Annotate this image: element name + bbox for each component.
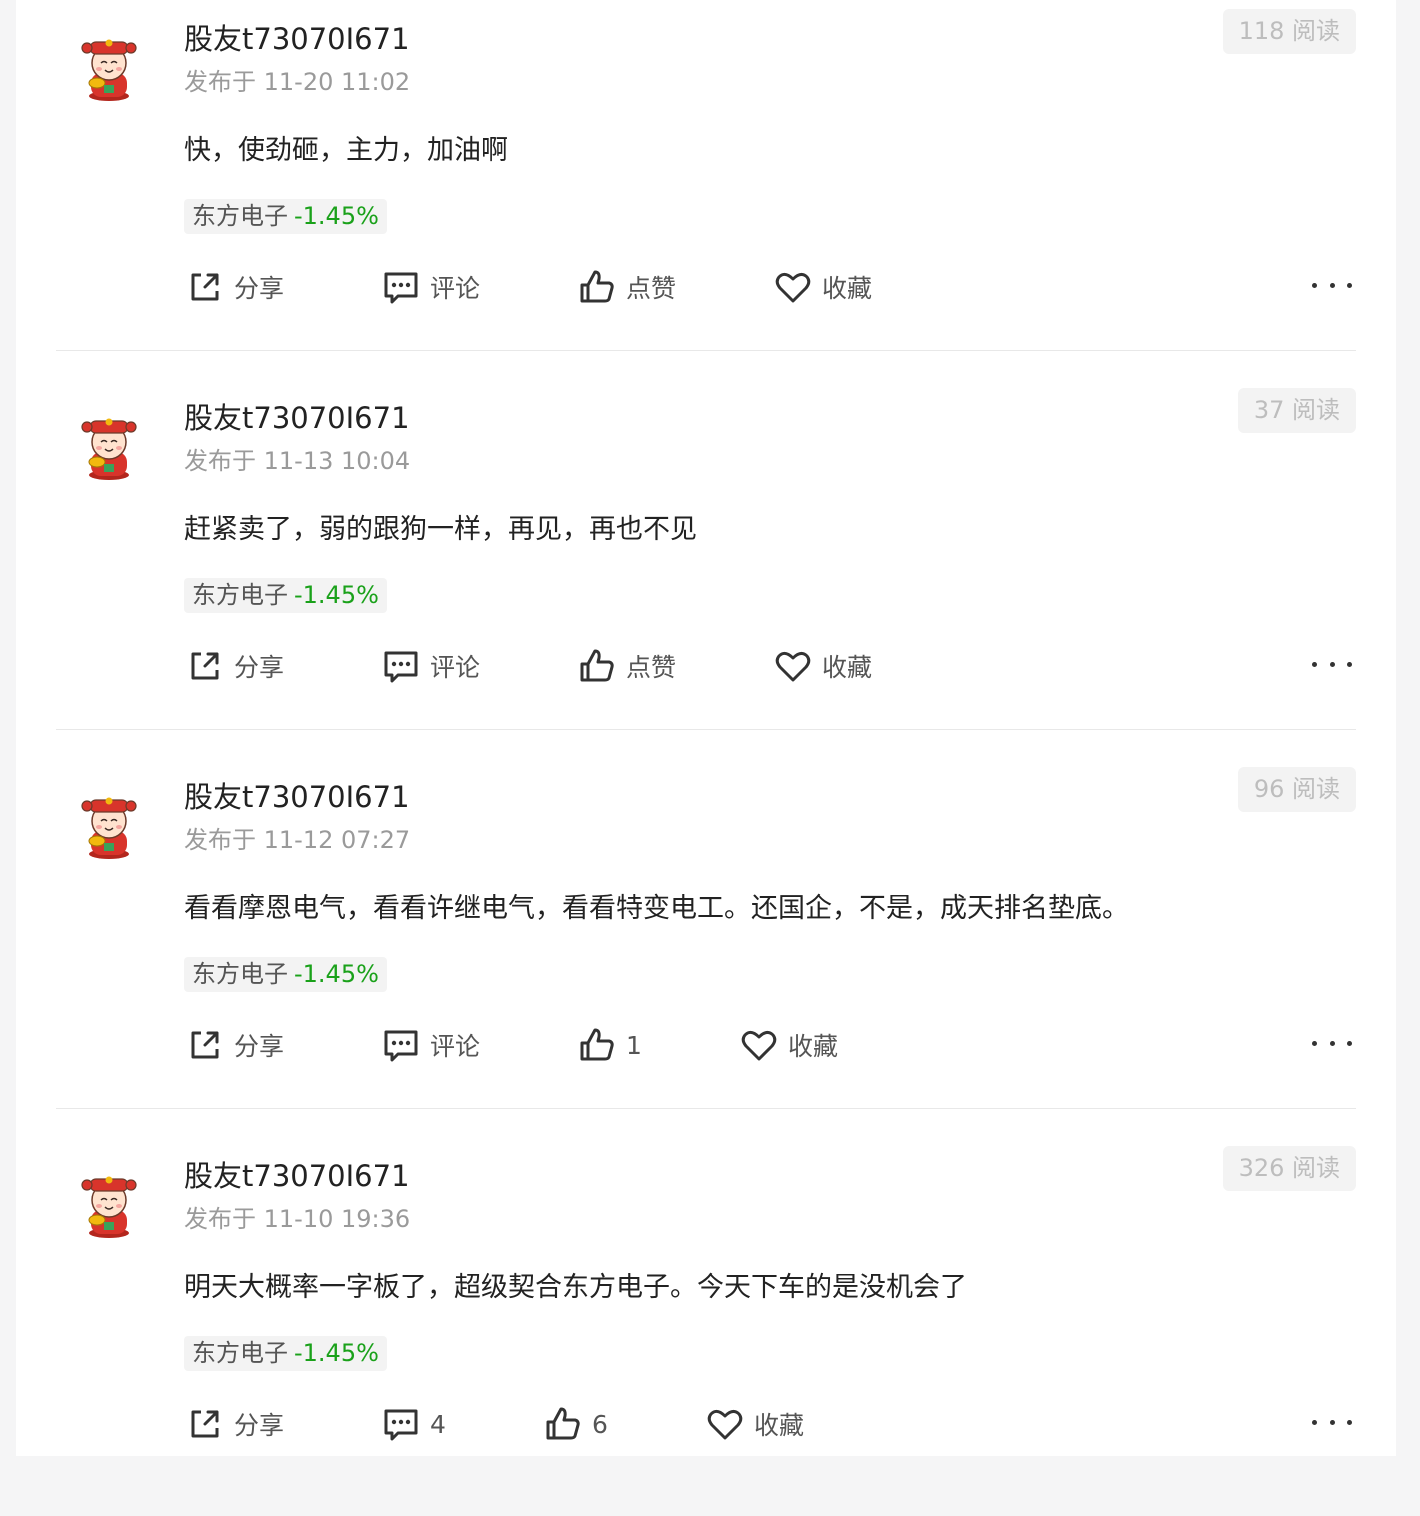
favorite-label: 收藏 [822,653,873,682]
favorite-button[interactable]: 收藏 [774,266,872,308]
comment-count: 4 [430,1409,446,1439]
stock-name: 东方电子 [192,960,288,988]
read-count-badge: 118 阅读 [1222,9,1356,54]
share-icon [191,652,219,680]
favorite-button[interactable]: 收藏 [740,1024,838,1066]
favorite-label: 收藏 [754,1411,805,1440]
thumbs-up-icon [580,649,614,682]
like-count: 1 [626,1030,642,1060]
post-time: 发布于 11-10 19:36 [184,1205,411,1233]
stock-change: -1.45% [294,202,379,230]
comment-button[interactable]: 评论 [382,1024,480,1066]
stock-name: 东方电子 [192,1339,288,1367]
share-icon [191,1031,219,1059]
stock-tag[interactable]: 东方电子 -1.45% [184,578,387,613]
comment-button[interactable]: 评论 [382,266,480,308]
author-name[interactable]: 股友t73070I671 [184,1157,410,1195]
avatar[interactable] [74,791,144,861]
post-card: 股友t73070I671 发布于 11-12 07:27 96 阅读 看看摩恩电… [56,758,1356,1137]
divider [56,1108,1356,1109]
post-card: 股友t73070I671 发布于 11-10 19:36 326 阅读 明天大概… [56,1137,1356,1516]
share-label: 分享 [234,1032,285,1061]
stock-change: -1.45% [294,581,379,609]
like-button[interactable]: 点赞 [578,645,676,687]
avatar[interactable] [74,1170,144,1240]
post-feed: 股友t73070I671 发布于 11-20 11:02 118 阅读 快，使劲… [16,0,1396,1456]
thumbs-up-icon [580,270,614,303]
like-label: 点赞 [626,653,677,682]
share-button[interactable]: 分享 [186,1403,284,1445]
avatar[interactable] [74,33,144,103]
like-button[interactable]: 6 [544,1403,608,1445]
heart-icon [707,1409,743,1440]
comment-label: 评论 [430,274,481,303]
author-name[interactable]: 股友t73070I671 [184,778,410,816]
comment-icon [384,1409,418,1441]
post-card: 股友t73070I671 发布于 11-13 10:04 37 阅读 赶紧卖了，… [56,379,1356,758]
heart-icon [775,651,811,682]
comment-button[interactable]: 4 [382,1403,446,1445]
author-name[interactable]: 股友t73070I671 [184,20,410,58]
share-icon [191,273,219,301]
heart-icon [741,1030,777,1061]
post-content[interactable]: 赶紧卖了，弱的跟狗一样，再见，再也不见 [184,511,697,549]
comment-icon [384,272,418,304]
share-button[interactable]: 分享 [186,266,284,308]
stock-name: 东方电子 [192,202,288,230]
comment-icon [384,651,418,683]
like-button[interactable]: 点赞 [578,266,676,308]
favorite-label: 收藏 [788,1032,839,1061]
stock-change: -1.45% [294,960,379,988]
comment-label: 评论 [430,653,481,682]
comment-label: 评论 [430,1032,481,1061]
favorite-button[interactable]: 收藏 [706,1403,804,1445]
author-name[interactable]: 股友t73070I671 [184,399,410,437]
post-time: 发布于 11-13 10:04 [184,447,411,475]
favorite-button[interactable]: 收藏 [774,645,872,687]
more-options-icon[interactable] [1312,1407,1352,1437]
stock-tag[interactable]: 东方电子 -1.45% [184,1336,387,1371]
heart-icon [775,272,811,303]
divider [56,729,1356,730]
like-button[interactable]: 1 [578,1024,642,1066]
read-count-badge: 37 阅读 [1237,388,1356,433]
favorite-label: 收藏 [822,274,873,303]
share-icon [191,1410,219,1438]
share-label: 分享 [234,1411,285,1440]
divider [56,350,1356,351]
thumbs-up-icon [580,1028,614,1061]
stock-tag[interactable]: 东方电子 -1.45% [184,199,387,234]
avatar[interactable] [74,412,144,482]
stock-change: -1.45% [294,1339,379,1367]
post-content[interactable]: 明天大概率一字板了，超级契合东方电子。今天下车的是没机会了 [184,1269,967,1307]
thumbs-up-icon [546,1407,580,1440]
comment-button[interactable]: 评论 [382,645,480,687]
read-count-badge: 96 阅读 [1237,767,1356,812]
like-label: 点赞 [626,274,677,303]
stock-tag[interactable]: 东方电子 -1.45% [184,957,387,992]
share-button[interactable]: 分享 [186,645,284,687]
more-options-icon[interactable] [1312,1028,1352,1058]
share-label: 分享 [234,274,285,303]
share-button[interactable]: 分享 [186,1024,284,1066]
stock-name: 东方电子 [192,581,288,609]
post-content[interactable]: 看看摩恩电气，看看许继电气，看看特变电工。还国企，不是，成天排名垫底。 [184,890,1129,928]
share-label: 分享 [234,653,285,682]
more-options-icon[interactable] [1312,649,1352,679]
comment-icon [384,1030,418,1062]
post-time: 发布于 11-12 07:27 [184,826,411,854]
post-time: 发布于 11-20 11:02 [184,68,411,96]
post-card: 股友t73070I671 发布于 11-20 11:02 118 阅读 快，使劲… [56,0,1356,379]
post-content[interactable]: 快，使劲砸，主力，加油啊 [184,132,508,170]
like-count: 6 [592,1409,608,1439]
read-count-badge: 326 阅读 [1222,1146,1356,1191]
more-options-icon[interactable] [1312,270,1352,300]
